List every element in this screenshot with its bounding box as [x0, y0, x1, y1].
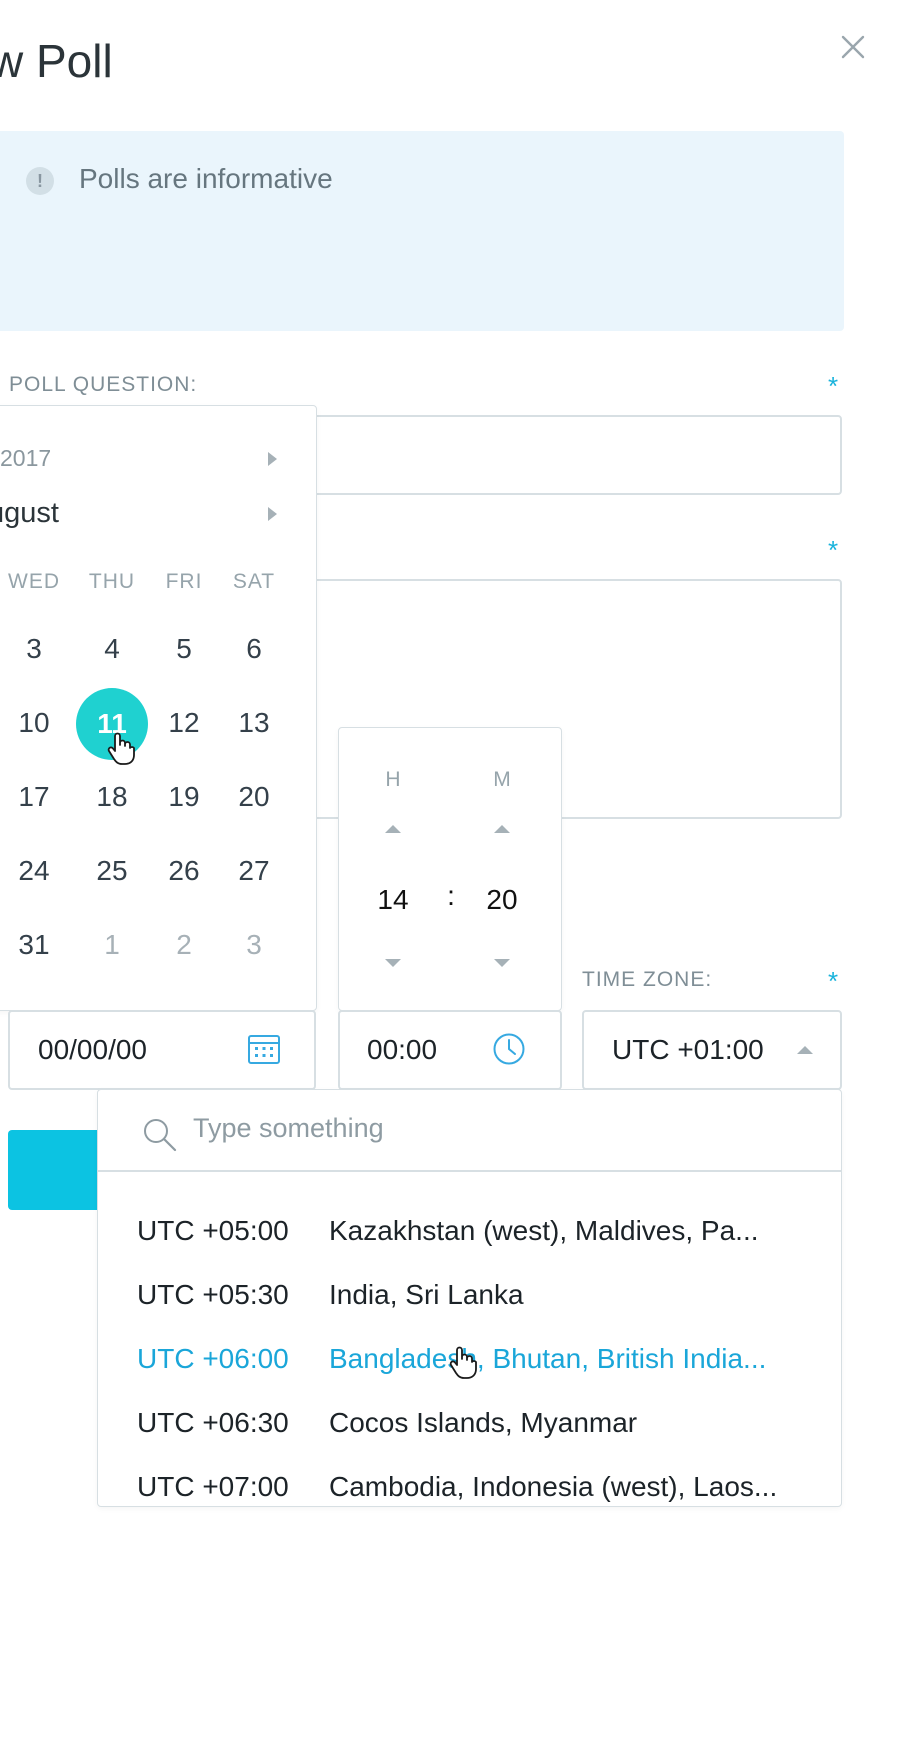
time-zone-option[interactable]: UTC +05:30 India, Sri Lanka — [98, 1263, 841, 1327]
time-zone-regions: Kazakhstan (west), Maldives, Pa... — [329, 1215, 759, 1246]
search-icon — [142, 1117, 178, 1158]
next-year-icon[interactable] — [268, 452, 277, 466]
time-zone-option[interactable]: UTC +07:00 Cambodia, Indonesia (west), L… — [98, 1455, 841, 1506]
hour-decrement-icon[interactable] — [385, 959, 401, 967]
info-icon: ! — [26, 167, 54, 195]
time-input-value: 00:00 — [367, 1034, 438, 1065]
calendar-day[interactable]: 6 — [222, 612, 286, 686]
hand-cursor-icon — [106, 732, 136, 771]
time-zone-options-list: UTC +05:00 Kazakhstan (west), Maldives, … — [98, 1171, 841, 1506]
time-zone-regions: India, Sri Lanka — [329, 1279, 524, 1310]
calendar-icon[interactable] — [247, 1033, 281, 1070]
weekday-header: WED — [8, 570, 60, 593]
close-icon[interactable] — [838, 32, 868, 62]
minute-decrement-icon[interactable] — [494, 959, 510, 967]
poll-question-input[interactable] — [300, 415, 842, 495]
clock-icon[interactable] — [492, 1032, 526, 1071]
required-marker: * — [828, 371, 839, 401]
submit-button[interactable] — [8, 1130, 104, 1210]
poll-question-label: POLL QUESTION: — [9, 373, 198, 396]
hour-value[interactable]: 14 — [363, 884, 423, 916]
calendar-day[interactable]: 25 — [80, 834, 144, 908]
minute-value[interactable]: 20 — [472, 884, 532, 916]
calendar-day-next-month[interactable]: 2 — [152, 908, 216, 982]
weekday-header: THU — [88, 570, 136, 593]
calendar-day[interactable]: 31 — [2, 908, 66, 982]
page-title: w Poll — [0, 35, 113, 87]
time-zone-regions: Cocos Islands, Myanmar — [329, 1407, 638, 1438]
calendar-month: ugust — [0, 497, 59, 529]
time-zone-regions: Cambodia, Indonesia (west), Laos... — [329, 1471, 778, 1502]
time-zone-offset: UTC +06:30 — [137, 1407, 289, 1438]
date-input-value: 00/00/00 — [38, 1034, 147, 1065]
info-alert — [0, 131, 844, 331]
calendar-day[interactable]: 13 — [222, 686, 286, 760]
calendar-day[interactable]: 19 — [152, 760, 216, 834]
time-zone-search-input[interactable]: Type something — [193, 1113, 384, 1144]
required-marker: * — [828, 535, 839, 565]
time-zone-option[interactable]: UTC +06:30 Cocos Islands, Myanmar — [98, 1391, 841, 1455]
time-zone-label: TIME ZONE: — [582, 968, 713, 991]
calendar-year: 2017 — [0, 445, 52, 471]
time-zone-regions: Bangladesh, Bhutan, British India... — [329, 1343, 767, 1374]
time-zone-offset: UTC +05:30 — [137, 1279, 289, 1310]
calendar-day[interactable]: 5 — [152, 612, 216, 686]
alert-text: Polls are informative — [79, 163, 333, 194]
calendar-day[interactable]: 20 — [222, 760, 286, 834]
calendar-day-next-month[interactable]: 3 — [222, 908, 286, 982]
minute-increment-icon[interactable] — [494, 825, 510, 833]
time-zone-offset: UTC +05:00 — [137, 1215, 289, 1246]
hand-cursor-icon — [448, 1346, 478, 1385]
time-zone-option[interactable]: UTC +05:00 Kazakhstan (west), Maldives, … — [98, 1199, 841, 1263]
time-zone-value: UTC +01:00 — [612, 1034, 764, 1065]
calendar-day[interactable]: 4 — [80, 612, 144, 686]
calendar-day[interactable]: 10 — [2, 686, 66, 760]
next-month-icon[interactable] — [268, 507, 277, 521]
calendar-day[interactable]: 18 — [80, 760, 144, 834]
calendar-day[interactable]: 27 — [222, 834, 286, 908]
time-zone-offset: UTC +06:00 — [137, 1343, 289, 1374]
chevron-up-icon[interactable] — [797, 1046, 813, 1054]
calendar-day[interactable]: 17 — [2, 760, 66, 834]
weekday-header: SAT — [232, 570, 276, 593]
calendar-day-next-month[interactable]: 1 — [80, 908, 144, 982]
calendar-day[interactable]: 26 — [152, 834, 216, 908]
minute-label: M — [493, 768, 511, 791]
calendar-day[interactable]: 12 — [152, 686, 216, 760]
calendar-day[interactable]: 3 — [2, 612, 66, 686]
calendar-day[interactable]: 24 — [2, 834, 66, 908]
time-picker-popup — [338, 727, 562, 1011]
weekday-header: FRI — [165, 570, 203, 593]
hour-increment-icon[interactable] — [385, 825, 401, 833]
required-marker: * — [828, 966, 839, 996]
time-zone-offset: UTC +07:00 — [137, 1471, 289, 1502]
hour-label: H — [385, 768, 401, 791]
